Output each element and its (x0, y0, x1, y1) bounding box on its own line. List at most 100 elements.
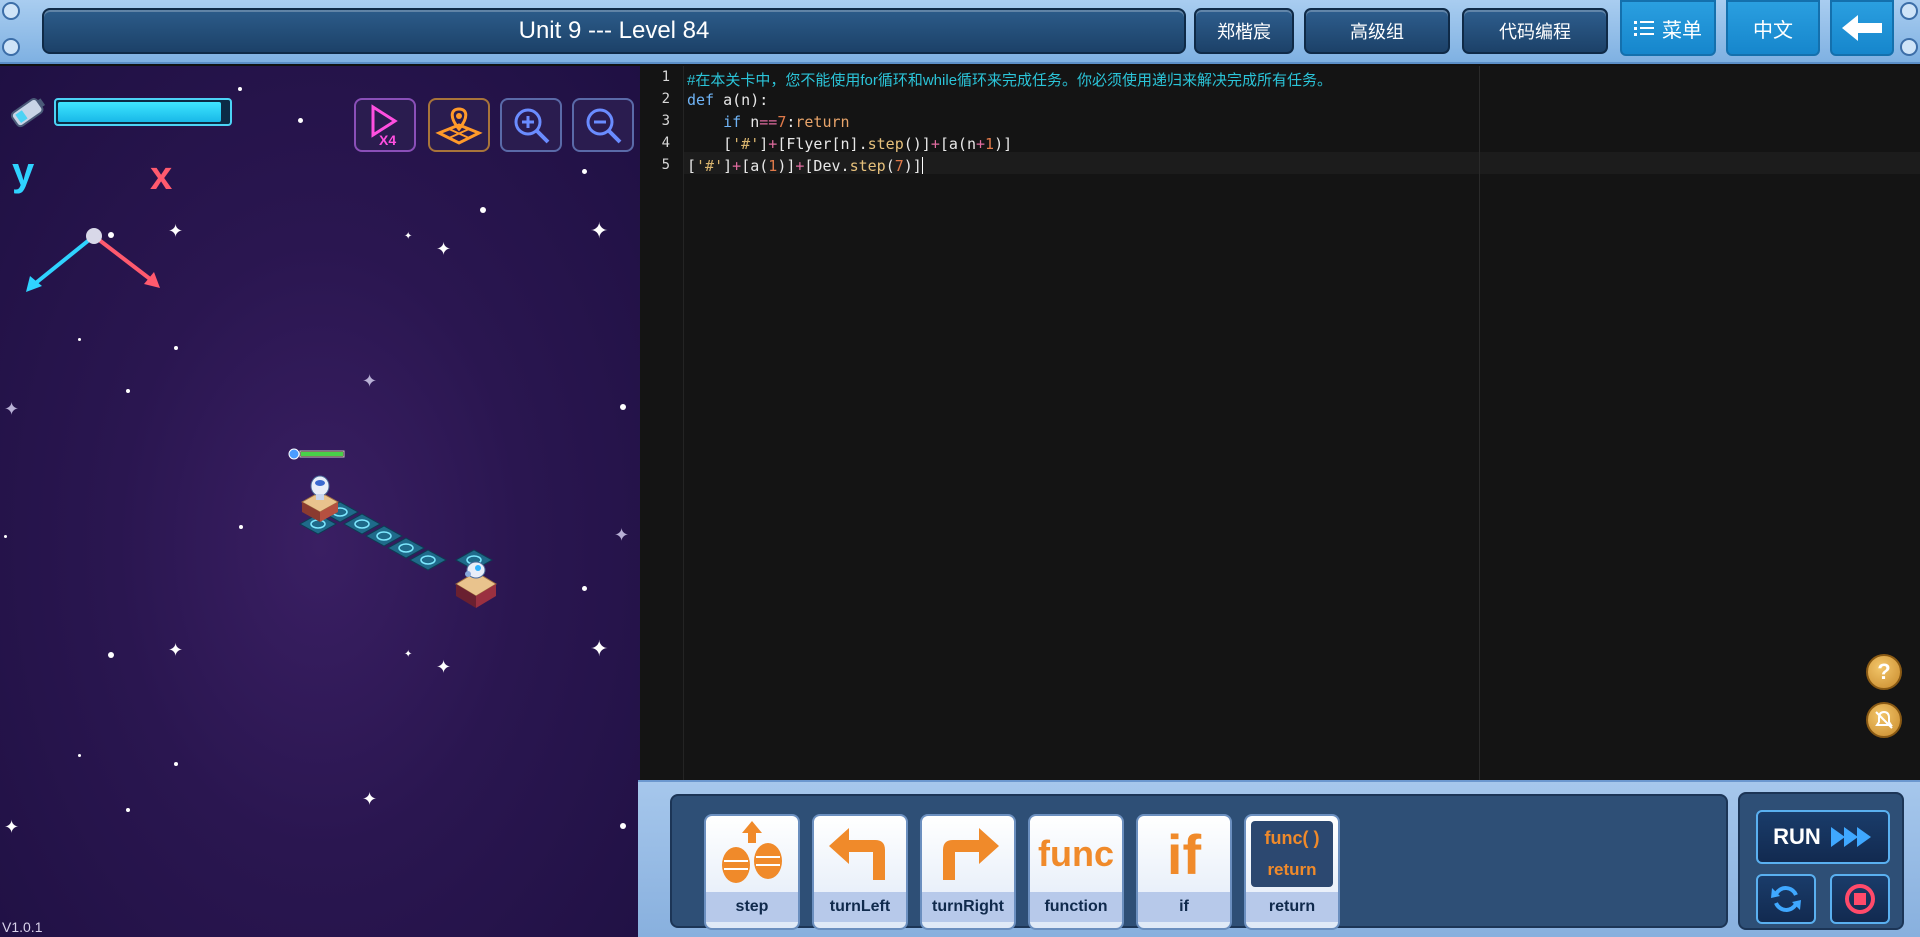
star (174, 762, 178, 766)
group-label: 高级组 (1350, 22, 1404, 42)
command-label: step (706, 892, 798, 922)
top-bar: Unit 9 --- Level 84 郑楷宸 高级组 代码编程 菜单 中文 (0, 0, 1920, 64)
text-cursor (921, 157, 923, 174)
play-x4-icon: X4 (371, 104, 398, 147)
version-label: V1.0.1 (2, 919, 43, 935)
energy-bar-fill (58, 102, 221, 122)
line-number: 3 (661, 113, 670, 129)
footsteps-icon (722, 821, 782, 883)
star (78, 754, 81, 757)
code-comment: #在本关卡中，您不能使用for循环和while循环来完成任务。你必须使用递归来解… (687, 72, 1333, 89)
command-step[interactable]: step (704, 814, 800, 930)
turn-left-arrow-icon (829, 828, 885, 880)
language-button[interactable]: 中文 (1726, 0, 1820, 56)
line-number: 1 (661, 69, 670, 85)
fast-forward-icon (1830, 827, 1871, 847)
line-number: 5 (661, 157, 670, 173)
star (620, 823, 626, 829)
code-line-2[interactable]: def a(n): (687, 91, 768, 109)
line-number: 2 (661, 91, 670, 107)
game-viewport[interactable]: ✦ ✦ ✦ ✦ ✦ ✦ ✦ ✦ ✦ ✦ ✦ ✦ ✦ y x X4 V1.0.1 (0, 66, 640, 937)
print-margin (1479, 66, 1480, 780)
user-name-label: 郑楷宸 (1217, 22, 1271, 42)
star (4, 535, 7, 538)
menu-label: 菜单 (1662, 19, 1702, 42)
sparkle: ✦ (4, 817, 20, 837)
code-line-1[interactable]: #在本关卡中，您不能使用for循环和while循环来完成任务。你必须使用递归来解… (687, 69, 1332, 90)
star (582, 586, 587, 591)
func-text-icon: func (1038, 833, 1114, 874)
star (174, 346, 178, 350)
group-button[interactable]: 高级组 (1304, 8, 1450, 54)
frame-corner-decoration (1900, 38, 1918, 56)
star (239, 525, 243, 529)
frame-corner-decoration (1900, 2, 1918, 20)
command-if[interactable]: if if (1136, 814, 1232, 930)
user-name-button[interactable]: 郑楷宸 (1194, 8, 1294, 54)
star (582, 169, 587, 174)
frame-corner-decoration (2, 38, 20, 56)
stop-button[interactable] (1830, 874, 1890, 924)
code-line-5[interactable]: ['#']+[a(1)]+[Dev.step(7)] (687, 157, 923, 175)
zoom-out-button[interactable] (572, 98, 634, 152)
sparkle: ✦ (614, 525, 630, 545)
mode-button[interactable]: 代码编程 (1462, 8, 1608, 54)
mute-button[interactable] (1866, 702, 1902, 738)
star (480, 207, 486, 213)
zoom-out-icon (586, 108, 622, 144)
bell-off-icon (1875, 710, 1893, 729)
level-title: Unit 9 --- Level 84 (42, 8, 1186, 54)
sparkle: ✦ (362, 371, 378, 391)
run-button[interactable]: RUN (1756, 810, 1890, 864)
play-speed-button[interactable]: X4 (354, 98, 416, 152)
question-icon: ? (1877, 659, 1891, 684)
menu-button[interactable]: 菜单 (1620, 0, 1716, 56)
sparkle: ✦ (436, 239, 452, 259)
zoom-in-button[interactable] (500, 98, 562, 152)
code-line-3[interactable]: if n==7:return (687, 113, 849, 131)
star (238, 87, 242, 91)
frame-corner-decoration (2, 2, 20, 20)
sparkle: ✦ (168, 221, 184, 241)
stop-icon (1845, 884, 1875, 914)
command-label: return (1246, 892, 1338, 922)
star (78, 338, 81, 341)
battery-icon (10, 97, 46, 128)
star (298, 118, 303, 123)
code-editor[interactable]: 1 2 3 4 5 #在本关卡中，您不能使用for循环和while循环来完成任务… (640, 66, 1920, 780)
axis-y-label: y (12, 150, 35, 194)
sparkle: ✦ (590, 218, 609, 243)
play-speed-text: X4 (379, 132, 396, 147)
sparkle: ✦ (4, 399, 20, 419)
energy-bar (54, 98, 232, 126)
sparkle: ✦ (404, 231, 413, 242)
zoom-in-icon (514, 108, 550, 144)
arrow-left-icon (1842, 15, 1882, 41)
command-palette: step turnLeft turnRight func function if… (670, 794, 1728, 930)
sparkle: ✦ (168, 640, 184, 660)
command-function[interactable]: func function (1028, 814, 1124, 930)
star (108, 652, 114, 658)
sparkle: ✦ (590, 636, 609, 661)
star (620, 404, 626, 410)
level-map (288, 448, 497, 608)
command-label: turnRight (922, 892, 1014, 922)
help-button[interactable]: ? (1866, 654, 1902, 690)
func-return-icon: func( ) return (1251, 821, 1333, 887)
reset-button[interactable] (1756, 874, 1816, 924)
list-icon (1634, 21, 1654, 36)
run-controls: RUN (1738, 792, 1904, 930)
command-bar: step turnLeft turnRight func function if… (638, 780, 1920, 937)
code-line-4[interactable]: ['#']+[Flyer[n].step()]+[a(n+1)] (687, 135, 1012, 153)
func-return-icon-bottom: return (1267, 859, 1317, 879)
back-button[interactable] (1830, 0, 1894, 56)
axis-x-label: x (150, 154, 173, 198)
command-turn-left[interactable]: turnLeft (812, 814, 908, 930)
mode-label: 代码编程 (1499, 22, 1571, 42)
map-view-button[interactable] (428, 98, 490, 152)
command-turn-right[interactable]: turnRight (920, 814, 1016, 930)
map-pin-icon (435, 107, 483, 145)
command-label: turnLeft (814, 892, 906, 922)
line-number: 4 (661, 135, 670, 151)
command-return[interactable]: func( ) return return (1244, 814, 1340, 930)
